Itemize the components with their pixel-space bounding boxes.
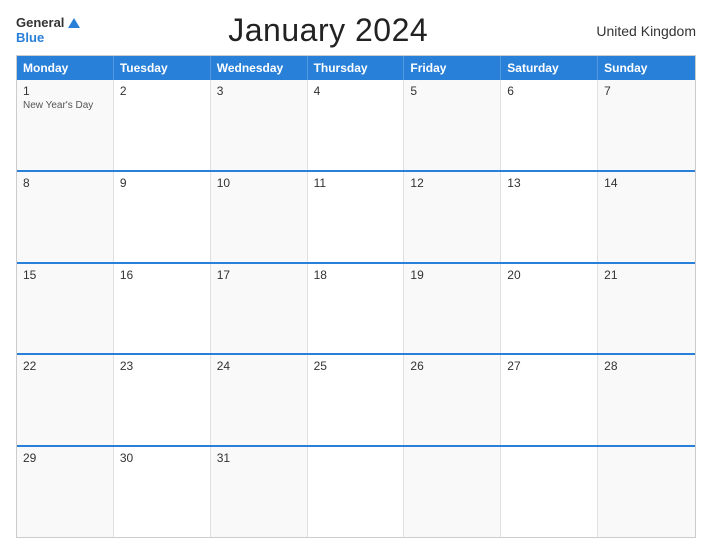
day-cell [404,447,501,537]
weekdays-row: MondayTuesdayWednesdayThursdayFridaySatu… [17,56,695,80]
day-number: 13 [507,176,591,190]
day-cell: 8 [17,172,114,262]
day-number: 17 [217,268,301,282]
day-number: 16 [120,268,204,282]
day-number: 31 [217,451,301,465]
day-number: 19 [410,268,494,282]
logo: General Blue [16,16,80,45]
day-cell: 24 [211,355,308,445]
day-cell: 12 [404,172,501,262]
day-cell: 22 [17,355,114,445]
week-row-4: 22 23 24 25 26 27 28 [17,353,695,445]
weekday-monday: Monday [17,56,114,80]
logo-triangle-icon [68,18,80,28]
day-cell: 1 New Year's Day [17,80,114,170]
day-number: 10 [217,176,301,190]
day-cell: 23 [114,355,211,445]
day-number: 4 [314,84,398,98]
day-number: 2 [120,84,204,98]
day-cell: 13 [501,172,598,262]
day-number: 11 [314,176,398,190]
day-cell: 16 [114,264,211,354]
day-number: 20 [507,268,591,282]
weeks-container: 1New Year's Day2345678910111213141516171… [17,80,695,537]
calendar-page: General Blue January 2024 United Kingdom… [0,0,712,550]
day-number: 1 [23,84,107,98]
weekday-thursday: Thursday [308,56,405,80]
day-number: 24 [217,359,301,373]
day-number: 27 [507,359,591,373]
day-number: 23 [120,359,204,373]
day-cell: 20 [501,264,598,354]
day-cell: 30 [114,447,211,537]
logo-blue-text: Blue [16,31,80,45]
day-cell: 3 [211,80,308,170]
day-number: 12 [410,176,494,190]
day-cell: 28 [598,355,695,445]
week-row-2: 89 10 11 12 13 14 [17,170,695,262]
week-row-1: 1 New Year's Day 234567 [17,80,695,170]
day-cell: 10 [211,172,308,262]
day-cell: 5 [404,80,501,170]
day-cell: 26 [404,355,501,445]
day-cell: 27 [501,355,598,445]
day-number: 15 [23,268,107,282]
day-cell: 31 [211,447,308,537]
day-number: 28 [604,359,689,373]
calendar-header: General Blue January 2024 United Kingdom [16,12,696,49]
day-number: 9 [120,176,204,190]
day-number: 29 [23,451,107,465]
day-cell [308,447,405,537]
day-number: 5 [410,84,494,98]
day-cell: 18 [308,264,405,354]
day-cell: 25 [308,355,405,445]
weekday-saturday: Saturday [501,56,598,80]
calendar-title: January 2024 [80,12,576,49]
weekday-tuesday: Tuesday [114,56,211,80]
day-cell: 11 [308,172,405,262]
weekday-friday: Friday [404,56,501,80]
day-cell: 19 [404,264,501,354]
weekday-sunday: Sunday [598,56,695,80]
country-label: United Kingdom [576,23,696,39]
logo-general-text: General [16,16,64,30]
day-number: 22 [23,359,107,373]
day-number: 7 [604,84,689,98]
week-row-3: 15 16 17 18 19 20 21 [17,262,695,354]
day-number: 6 [507,84,591,98]
day-number: 18 [314,268,398,282]
day-cell: 21 [598,264,695,354]
day-cell: 14 [598,172,695,262]
day-cell [501,447,598,537]
day-cell: 6 [501,80,598,170]
day-number: 21 [604,268,689,282]
day-number: 26 [410,359,494,373]
day-number: 14 [604,176,689,190]
week-row-5: 29 30 31 [17,445,695,537]
day-cell: 9 [114,172,211,262]
day-cell: 29 [17,447,114,537]
day-cell [598,447,695,537]
day-number: 3 [217,84,301,98]
day-cell: 4 [308,80,405,170]
day-number: 8 [23,176,107,190]
day-cell: 17 [211,264,308,354]
day-number: 25 [314,359,398,373]
calendar-grid: MondayTuesdayWednesdayThursdayFridaySatu… [16,55,696,538]
day-cell: 7 [598,80,695,170]
weekday-wednesday: Wednesday [211,56,308,80]
day-event: New Year's Day [23,100,107,111]
day-number: 30 [120,451,204,465]
day-cell: 15 [17,264,114,354]
day-cell: 2 [114,80,211,170]
